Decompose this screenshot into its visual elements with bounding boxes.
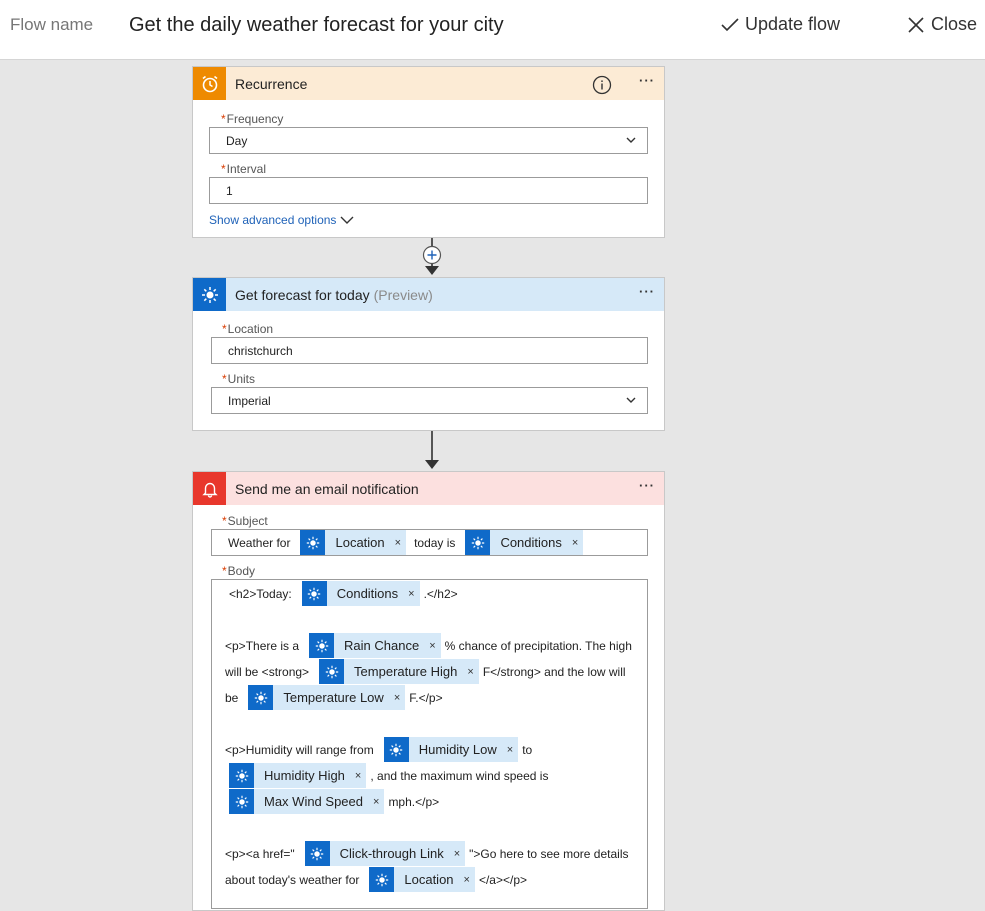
sun-icon — [306, 536, 320, 549]
token-conditions[interactable]: Conditions × — [301, 581, 420, 606]
chevron-down-icon — [626, 137, 636, 143]
check-icon — [721, 17, 739, 31]
sun-icon — [307, 587, 321, 600]
show-advanced-options-link[interactable]: Show advanced options — [209, 213, 355, 227]
body-line: <h2>Today: Conditions × .</h2> — [229, 581, 458, 606]
sun-icon — [325, 665, 338, 678]
subject-label: *Subject — [222, 514, 268, 528]
info-button[interactable] — [592, 75, 612, 100]
token-remove-button[interactable]: × — [371, 796, 384, 808]
location-label: *Location — [222, 322, 274, 336]
subject-text: Weather for — [228, 535, 291, 550]
connector-line — [431, 431, 433, 461]
token-click-through-link[interactable]: Click-through Link × — [304, 841, 466, 866]
email-menu-button[interactable]: ··· — [639, 478, 655, 493]
recurrence-card: Recurrence ··· *Frequency Day *Interval … — [192, 66, 665, 238]
token-temperature-low[interactable]: Temperature Low × — [248, 685, 406, 710]
body-line: be Temperature Low × F.</p> — [225, 685, 443, 710]
body-line: about today's weather for Location × </a>… — [225, 867, 527, 892]
sun-icon — [310, 847, 324, 860]
interval-label: *Interval — [221, 162, 267, 176]
forecast-card: Get forecast for today (Preview) ··· *Loc… — [192, 277, 665, 431]
update-flow-label: Update flow — [745, 14, 841, 34]
recurrence-icon-box — [193, 67, 226, 100]
token-conditions[interactable]: Conditions × — [465, 530, 584, 555]
forecast-menu-button[interactable]: ··· — [639, 284, 655, 299]
sun-icon — [254, 691, 268, 704]
body-line: <p><a href=" Click-through Link × ">Go he… — [225, 841, 629, 866]
email-header[interactable]: Send me an email notification ··· — [193, 472, 664, 505]
body-label: *Body — [222, 564, 256, 578]
token-location[interactable]: Location × — [369, 867, 475, 892]
token-remove-button[interactable]: × — [462, 874, 475, 886]
sun-icon — [201, 286, 218, 303]
location-value: christchurch — [228, 343, 293, 358]
recurrence-header[interactable]: Recurrence ··· — [193, 67, 664, 100]
close-x-icon — [908, 16, 924, 33]
body-line: <p>Humidity will range from Humidity Low… — [225, 737, 532, 762]
recurrence-title: Recurrence — [235, 75, 308, 92]
plus-circle-icon[interactable] — [422, 245, 442, 265]
forecast-header[interactable]: Get forecast for today (Preview) ··· — [193, 278, 664, 311]
frequency-select[interactable]: Day — [209, 127, 648, 154]
email-card: Send me an email notification ··· *Subje… — [192, 471, 665, 911]
interval-value: 1 — [226, 183, 233, 198]
token-remove-button[interactable]: × — [452, 848, 465, 860]
body-line: Humidity High × , and the maximum wind sp… — [225, 763, 548, 788]
sun-icon — [235, 795, 248, 808]
arrow-down-icon — [425, 266, 439, 275]
frequency-label: *Frequency — [221, 112, 284, 126]
email-icon-box — [193, 472, 226, 505]
token-remove-button[interactable]: × — [353, 770, 366, 782]
update-flow-button[interactable]: Update flow — [721, 14, 840, 35]
token-remove-button[interactable]: × — [465, 666, 478, 678]
recurrence-menu-button[interactable]: ··· — [639, 73, 655, 88]
close-label: Close — [931, 14, 978, 34]
token-remove-button[interactable]: × — [570, 537, 583, 549]
body-line: <p>There is a Rain Chance × % chance of p… — [225, 633, 632, 658]
info-icon — [592, 75, 612, 95]
sun-icon — [375, 873, 389, 886]
chevron-down-icon — [626, 397, 636, 403]
arrow-down-icon — [425, 460, 439, 469]
token-humidity-high[interactable]: Humidity High × — [229, 763, 367, 788]
units-select[interactable]: Imperial — [211, 387, 648, 414]
body-line: will be <strong> Temperature High × F</st… — [225, 659, 626, 684]
sun-icon — [390, 743, 403, 756]
token-remove-button[interactable]: × — [393, 537, 406, 549]
forecast-icon-box — [193, 278, 226, 311]
location-input[interactable]: christchurch — [211, 337, 648, 364]
flow-title[interactable]: Get the daily weather forecast for your … — [129, 14, 504, 37]
email-title: Send me an email notification — [235, 480, 419, 497]
preview-tag: (Preview) — [373, 286, 433, 303]
chevron-down-icon — [340, 216, 354, 224]
units-value: Imperial — [228, 393, 271, 408]
sun-icon — [235, 769, 248, 782]
token-remove-button[interactable]: × — [392, 692, 405, 704]
token-humidity-low[interactable]: Humidity Low × — [383, 737, 519, 762]
body-line: Max Wind Speed × mph.</p> — [225, 789, 439, 814]
alarm-clock-icon — [202, 75, 217, 92]
bell-icon — [201, 482, 218, 498]
flow-name-label: Flow name — [10, 15, 94, 34]
frequency-value: Day — [226, 133, 248, 148]
token-temperature-high[interactable]: Temperature High × — [319, 659, 479, 684]
units-label: *Units — [222, 372, 256, 386]
token-rain-chance[interactable]: Rain Chance × — [309, 633, 441, 658]
token-remove-button[interactable]: × — [406, 588, 419, 600]
subject-input[interactable]: Weather for Location × today is Condition… — [211, 529, 648, 556]
sun-icon — [471, 536, 485, 549]
subject-text: today is — [414, 535, 456, 550]
token-remove-button[interactable]: × — [427, 640, 440, 652]
interval-input[interactable]: 1 — [209, 177, 648, 204]
token-max-wind-speed[interactable]: Max Wind Speed × — [229, 789, 385, 814]
close-button[interactable]: Close — [907, 14, 977, 35]
token-remove-button[interactable]: × — [505, 744, 518, 756]
body-editor[interactable]: <h2>Today: Conditions × .</h2> <p>There i… — [211, 579, 648, 909]
token-location[interactable]: Location × — [300, 530, 407, 555]
forecast-title: Get forecast for today (Preview) — [235, 286, 433, 303]
top-bar: Flow name Get the daily weather forecast… — [0, 0, 985, 60]
sun-icon — [315, 639, 328, 652]
